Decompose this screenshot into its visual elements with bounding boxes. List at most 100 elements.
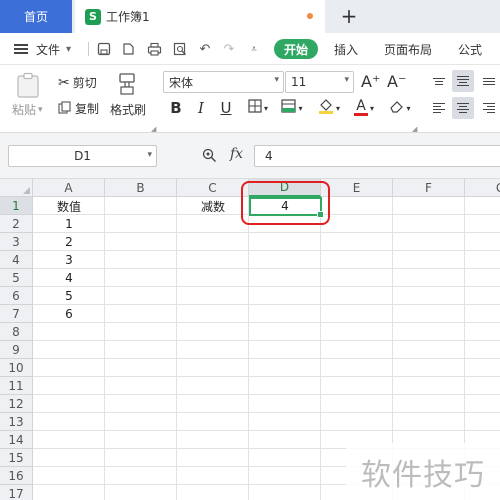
row-header-15[interactable]: 15 [0,449,33,467]
fill-bucket-icon [318,98,334,118]
tab-bar: 首页 S 工作簿1 + [0,0,500,33]
font-color-button[interactable]: A ▾ [350,97,378,119]
column-header-a[interactable]: A [33,179,105,197]
bold-button[interactable]: B [167,97,185,119]
gridline-horizontal [33,430,500,431]
column-header-b[interactable]: B [105,179,177,197]
cell-c1[interactable]: 减数 [177,197,249,215]
font-name-value: 宋体 [169,75,194,90]
format-painter-icon[interactable] [116,72,138,96]
border-grid-icon [248,99,262,117]
row-header-9[interactable]: 9 [0,341,33,359]
formula-input[interactable]: 4 [254,145,500,167]
row-header-4[interactable]: 4 [0,251,33,269]
tab-formulas[interactable]: 公式 [458,33,482,65]
increase-font-size-button[interactable]: A⁺ [361,72,380,91]
align-center-button[interactable] [452,97,474,119]
clipboard-group-expander-icon[interactable]: ◢ [151,125,156,133]
row-header-5[interactable]: 5 [0,269,33,287]
copy-label: 复制 [75,102,100,116]
formula-bar: D1 ▾ 4 [0,133,500,179]
fill-color-button[interactable]: ▾ [314,97,344,119]
align-right-button[interactable] [478,97,500,119]
align-middle-button[interactable] [452,70,474,92]
cell-a7[interactable]: 6 [33,305,105,323]
align-bottom-button[interactable] [478,70,500,92]
row-header-2[interactable]: 2 [0,215,33,233]
gridline-horizontal [33,340,500,341]
chevron-down-icon: ▾ [335,103,340,113]
cell-a2[interactable]: 1 [33,215,105,233]
paste-icon[interactable] [16,72,40,98]
chevron-down-icon: ▾ [369,103,374,113]
chevron-down-icon: ▾ [274,75,279,85]
column-header-f[interactable]: F [393,179,465,197]
align-center-icon [457,103,469,113]
print-preview-icon[interactable] [172,41,188,57]
row-header-17[interactable]: 17 [0,485,33,500]
font-group-expander-icon[interactable]: ◢ [412,125,417,133]
row-header-14[interactable]: 14 [0,431,33,449]
divider [88,42,89,56]
row-header-16[interactable]: 16 [0,467,33,485]
export-icon[interactable] [120,41,136,57]
select-all-corner[interactable] [0,179,33,197]
tab-page-layout[interactable]: 页面布局 [384,33,432,65]
save-icon[interactable] [96,41,112,57]
cell-a1[interactable]: 数值 [33,197,105,215]
name-box[interactable]: D1 ▾ [8,145,157,167]
tab-start[interactable]: 开始 [274,39,318,59]
paste-button[interactable]: 粘贴 ▾ [12,101,43,118]
row-header-8[interactable]: 8 [0,323,33,341]
file-menu[interactable]: 文件 ▾ [36,33,71,65]
align-top-button[interactable] [428,70,450,92]
decrease-font-size-button[interactable]: A⁻ [387,72,406,91]
column-header-e[interactable]: E [321,179,393,197]
row-header-3[interactable]: 3 [0,233,33,251]
font-size-select[interactable]: 11 ▾ [285,71,354,93]
tab-home[interactable]: 首页 [0,0,72,33]
font-size-value: 11 [291,75,307,89]
menu-bar: 文件 ▾ ↶ ↷ ⩡ 开始 插入 页面布局 公式 [0,33,500,65]
underline-button[interactable]: U [217,97,235,119]
fx-button[interactable]: fx [230,146,243,162]
clear-button[interactable]: ▾ [386,97,414,119]
border-button[interactable]: ▾ [244,97,272,119]
chevron-down-icon: ▾ [38,104,43,115]
gridline-horizontal [33,412,500,413]
row-header-10[interactable]: 10 [0,359,33,377]
row-header-1[interactable]: 1 [0,197,33,215]
tab-insert[interactable]: 插入 [334,33,358,65]
italic-button[interactable]: I [192,97,210,119]
row-header-6[interactable]: 6 [0,287,33,305]
tab-workbook[interactable]: S 工作簿1 [75,0,325,33]
workbook-title: 工作簿1 [106,10,150,24]
undo-icon[interactable]: ↶ [197,41,213,57]
name-box-value: D1 [74,149,91,163]
cell-style-button[interactable]: ▾ [277,97,307,119]
annotation-highlight-box [241,181,330,225]
zoom-search-icon[interactable] [202,148,217,167]
row-header-7[interactable]: 7 [0,305,33,323]
copy-button[interactable]: 复制 [58,100,99,117]
row-header-12[interactable]: 12 [0,395,33,413]
cut-button[interactable]: ✂ 剪切 [58,74,97,91]
cell-a4[interactable]: 3 [33,251,105,269]
print-icon[interactable] [146,41,162,57]
gridline-vertical [320,197,321,500]
column-header-g[interactable]: G [465,179,500,197]
customize-toolbar-icon[interactable]: ⩡ [246,41,262,57]
cell-a6[interactable]: 5 [33,287,105,305]
row-header-11[interactable]: 11 [0,377,33,395]
format-painter-label[interactable]: 格式刷 [110,101,146,118]
cell-a5[interactable]: 4 [33,269,105,287]
hamburger-menu-icon[interactable] [14,44,28,54]
redo-icon[interactable]: ↷ [221,41,237,57]
align-left-button[interactable] [428,97,450,119]
row-header-13[interactable]: 13 [0,413,33,431]
font-name-select[interactable]: 宋体 ▾ [163,71,284,93]
column-header-c[interactable]: C [177,179,249,197]
copy-icon [58,100,71,117]
cell-a3[interactable]: 2 [33,233,105,251]
new-tab-button[interactable]: + [338,4,360,28]
